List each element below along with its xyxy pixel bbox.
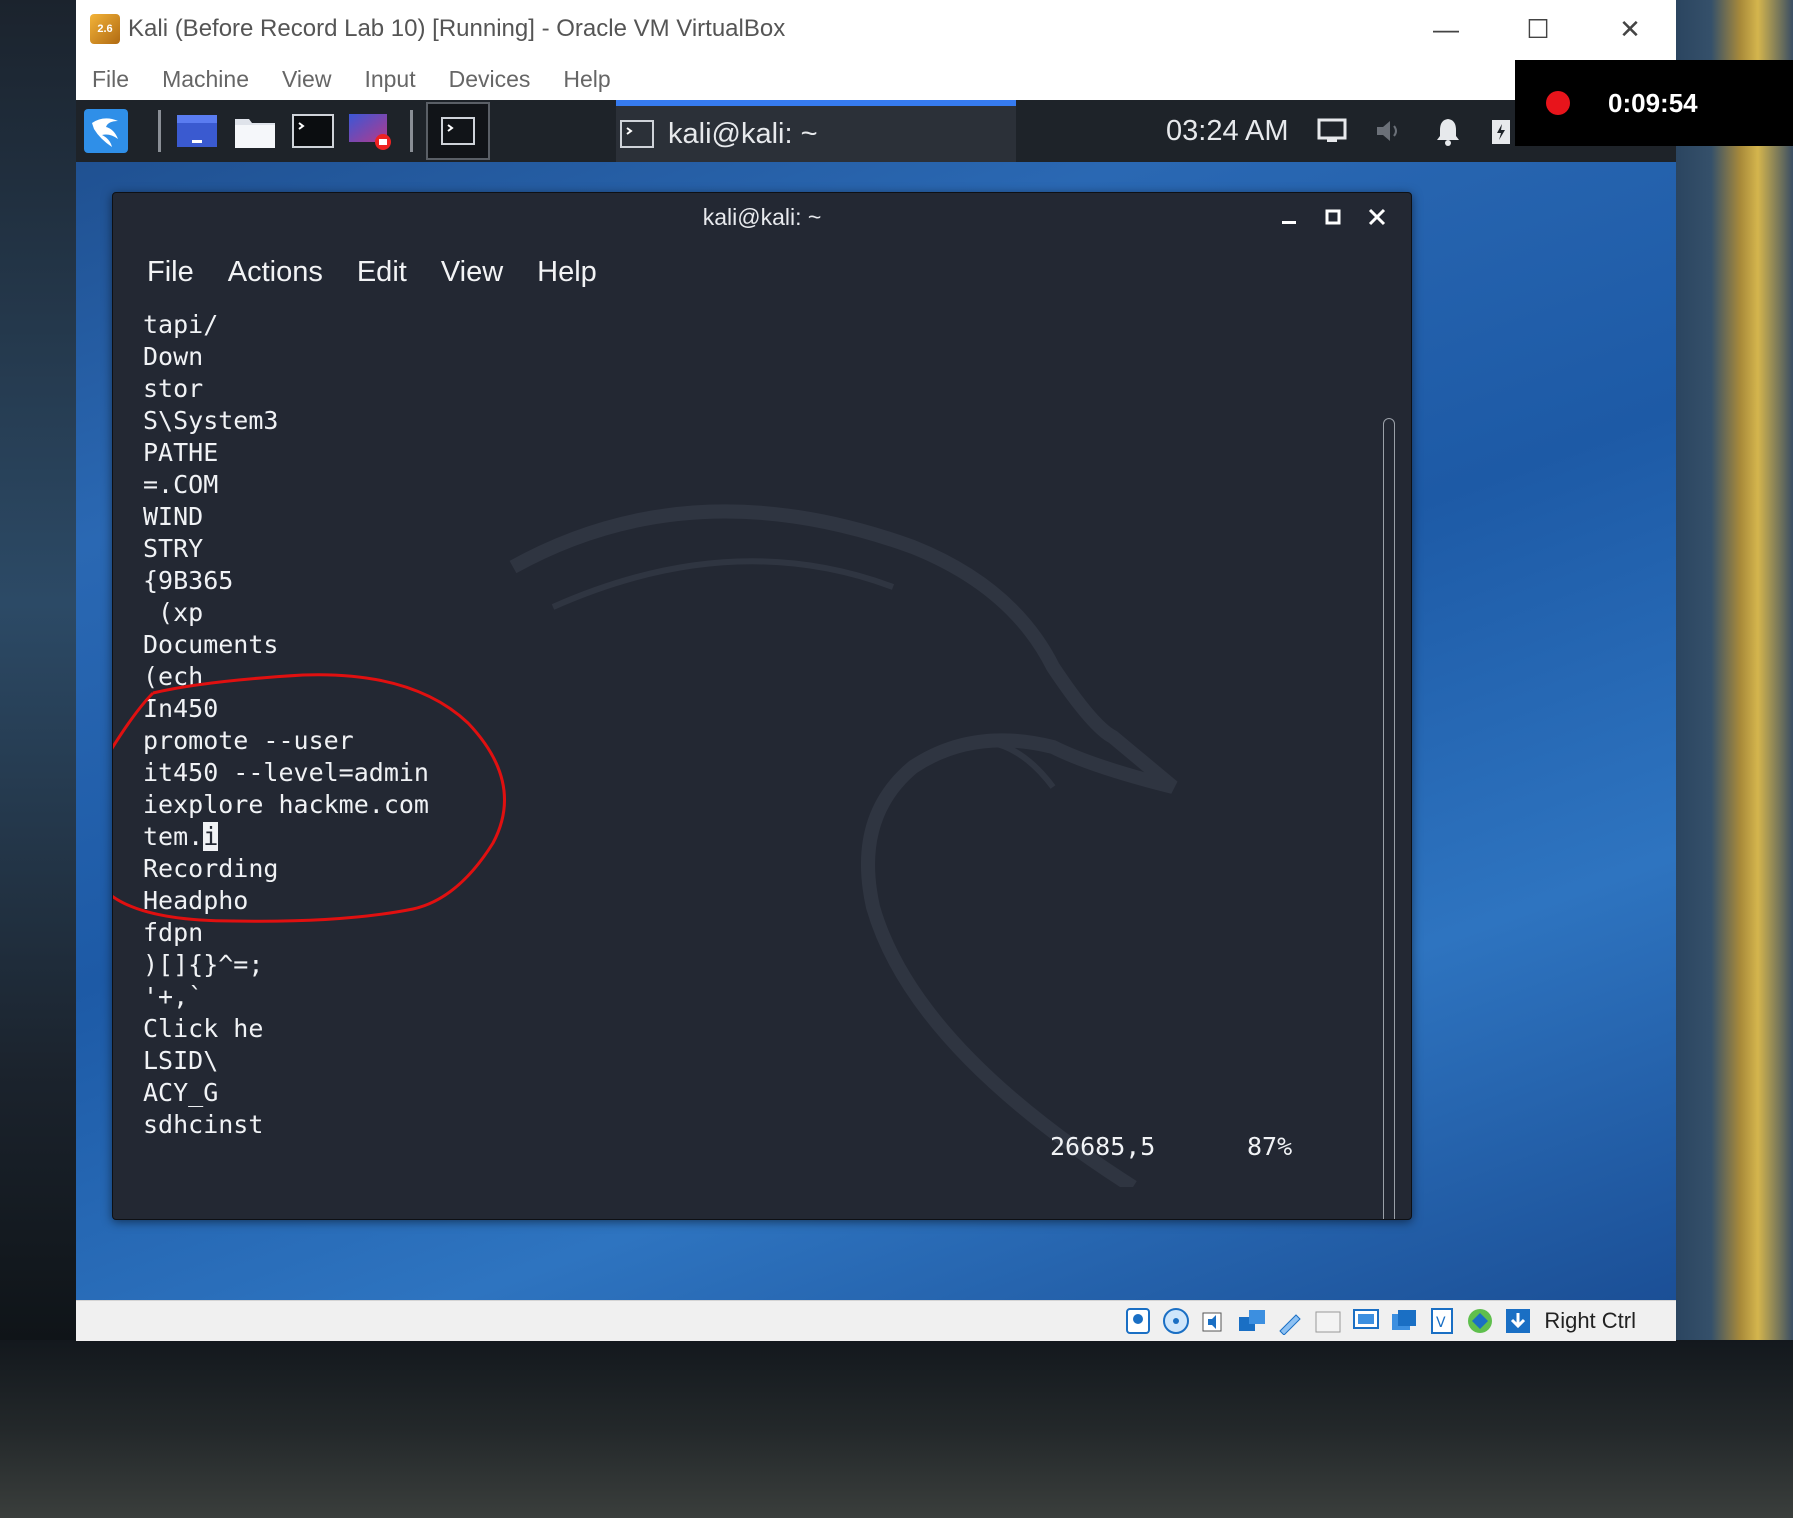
menu-machine[interactable]: Machine: [162, 66, 249, 93]
terminal-line: Documents: [143, 630, 279, 659]
virtualbox-statusbar: V Right Ctrl: [76, 1300, 1676, 1341]
terminal-window: kali@kali: ~ File Actions Edit View Help…: [112, 192, 1412, 1220]
terminal-line: (xp: [143, 598, 204, 627]
terminal-titlebar[interactable]: kali@kali: ~: [113, 193, 1411, 241]
menu-devices[interactable]: Devices: [449, 66, 531, 93]
audio-icon[interactable]: [1198, 1305, 1230, 1337]
optical-drive-icon[interactable]: [1160, 1305, 1192, 1337]
terminal-line-with-cursor: tem.i: [143, 821, 429, 853]
download-arrow-icon[interactable]: [1502, 1305, 1534, 1337]
vim-cursor-position: 26685,5: [1050, 1132, 1156, 1161]
panel-separator: [158, 110, 161, 152]
terminal-maximize-button[interactable]: [1311, 193, 1355, 241]
record-dot-icon: [1546, 91, 1570, 115]
terminal-line: STRY: [143, 534, 204, 563]
terminal-line: stor: [143, 374, 204, 403]
terminal-line: iexplore hackme.com: [143, 790, 429, 819]
recording-indicator[interactable]: 0:09:54: [1515, 60, 1793, 146]
terminal-menu-help[interactable]: Help: [537, 256, 597, 289]
usb-icon[interactable]: [1274, 1305, 1306, 1337]
menu-view[interactable]: View: [282, 66, 331, 93]
maximize-button[interactable]: ☐: [1492, 0, 1584, 58]
terminal-line: tapi/: [143, 310, 219, 339]
terminal-line: (ech: [143, 662, 204, 691]
virtualbox-window: 2.6 Kali (Before Record Lab 10) [Running…: [76, 0, 1676, 1341]
terminal-line: promote --user: [143, 726, 354, 755]
menu-input[interactable]: Input: [364, 66, 415, 93]
terminal-line: fdpn: [143, 918, 204, 947]
taskbar-label: kali@kali: ~: [668, 117, 818, 150]
virtualbox-titlebar[interactable]: 2.6 Kali (Before Record Lab 10) [Running…: [76, 0, 1676, 58]
menu-file[interactable]: File: [92, 66, 129, 93]
terminal-menu-actions[interactable]: Actions: [228, 256, 323, 289]
host-wallpaper-bottom: [0, 1340, 1793, 1518]
terminal-line: =.COM: [143, 470, 219, 499]
panel-clock[interactable]: 03:24 AM: [1166, 100, 1289, 162]
vm-display[interactable]: kali@kali: ~ 03:24 AM scii kali@kali: ~: [76, 100, 1676, 1300]
host-key-label: Right Ctrl: [1544, 1308, 1636, 1333]
hard-disk-icon[interactable]: [1122, 1305, 1154, 1337]
shared-folder-icon[interactable]: [1312, 1305, 1344, 1337]
terminal-line: S\System3: [143, 406, 279, 435]
terminal-icon: [620, 120, 654, 148]
terminal-menubar: File Actions Edit View Help: [113, 247, 1411, 297]
terminal-output[interactable]: tapi/ Down stor S\System3 PATHE =.COM WI…: [113, 297, 1373, 1219]
guest-additions-icon[interactable]: [1464, 1305, 1496, 1337]
terminal-lines: tapi/ Down stor S\System3 PATHE =.COM WI…: [143, 309, 429, 1141]
close-button[interactable]: ✕: [1584, 0, 1676, 58]
terminal-menu-edit[interactable]: Edit: [357, 256, 407, 289]
screen-recorder-icon[interactable]: [346, 107, 396, 155]
power-icon[interactable]: [1486, 107, 1516, 155]
kali-top-panel: kali@kali: ~ 03:24 AM: [76, 100, 1676, 162]
terminal-line: )[]{}^=;: [143, 950, 264, 979]
terminal-line: Down: [143, 342, 204, 371]
terminal-close-button[interactable]: [1355, 193, 1399, 241]
notification-bell-icon[interactable]: [1428, 107, 1468, 155]
text-cursor: i: [203, 822, 219, 851]
cpu-icon[interactable]: V: [1426, 1305, 1458, 1337]
kali-menu-icon[interactable]: [82, 107, 130, 155]
taskbar-terminal-entry[interactable]: kali@kali: ~: [616, 100, 1016, 162]
host-wallpaper-right: [1676, 0, 1793, 1340]
workspace-icon[interactable]: [174, 107, 220, 155]
terminal-line: WIND: [143, 502, 204, 531]
active-terminal-launcher[interactable]: [426, 102, 490, 160]
terminal-menu-file[interactable]: File: [147, 256, 194, 289]
virtualbox-menubar: File Machine View Input Devices Help: [76, 58, 1676, 100]
network-icon[interactable]: [1236, 1305, 1268, 1337]
vim-scroll-percent: 87%: [1247, 1132, 1293, 1161]
terminal-line: Click he: [143, 1014, 264, 1043]
kali-dragon-watermark: [509, 504, 1178, 1187]
virtualbox-app-icon: 2.6: [90, 14, 120, 44]
menu-help[interactable]: Help: [563, 66, 610, 93]
video-capture-icon[interactable]: [1388, 1305, 1420, 1337]
recording-timer: 0:09:54: [1608, 87, 1698, 118]
terminal-scrollbar[interactable]: [1383, 418, 1395, 1219]
terminal-line: sdhcinst: [143, 1110, 264, 1139]
minimize-button[interactable]: —: [1400, 0, 1492, 58]
host-wallpaper-left: [0, 0, 76, 1340]
terminal-minimize-button[interactable]: [1267, 193, 1311, 241]
terminal-line: {9B365: [143, 566, 234, 595]
terminal-title: kali@kali: ~: [702, 203, 822, 230]
terminal-line: ACY_G: [143, 1078, 219, 1107]
terminal-line: LSID\: [143, 1046, 219, 1075]
svg-text:V: V: [1436, 1315, 1446, 1331]
window-title: Kali (Before Record Lab 10) [Running] - …: [128, 15, 786, 42]
terminal-line: it450 --level=admin: [143, 758, 429, 787]
terminal-line-text: tem.: [143, 822, 204, 851]
terminal-line: Recording: [143, 854, 279, 883]
volume-icon[interactable]: [1370, 107, 1410, 155]
terminal-menu-view[interactable]: View: [441, 256, 503, 289]
terminal-line: '+,`: [143, 982, 204, 1011]
display-icon[interactable]: [1312, 107, 1352, 155]
terminal-line: Headpho: [143, 886, 249, 915]
display-capture-icon[interactable]: [1350, 1305, 1382, 1337]
terminal-icon[interactable]: [290, 107, 336, 155]
panel-separator: [410, 110, 413, 152]
terminal-line: In450: [143, 694, 219, 723]
file-manager-icon[interactable]: [232, 107, 278, 155]
terminal-line: PATHE: [143, 438, 219, 467]
